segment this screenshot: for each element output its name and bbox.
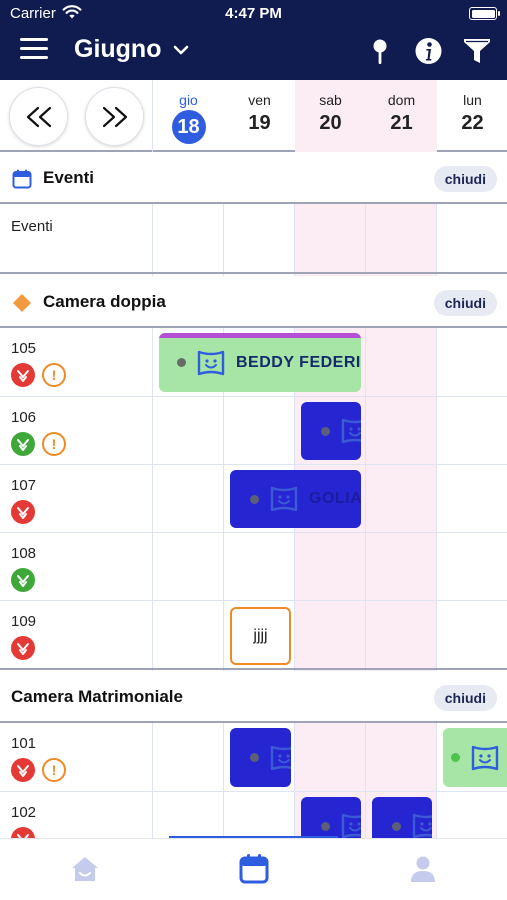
day-of-week: dom [387,92,416,108]
cleaning-status-icon[interactable] [11,636,35,660]
calendar-grid: Eventi chiudi Eventi Camera doppia chiud… [0,152,507,838]
month-selector[interactable]: Giugno [74,35,189,64]
room-number: 106 [11,409,37,426]
cleaning-status-icon[interactable] [11,432,35,456]
warning-icon[interactable]: ! [42,363,66,387]
section-header-camera-matrimoniale: Camera Matrimoniale chiudi [0,671,507,723]
section-header-camera-doppia: Camera doppia chiudi [0,276,507,328]
home-icon[interactable] [70,853,100,885]
booking-101-b[interactable] [443,728,507,787]
broom-icon [17,643,29,655]
cleaning-status-icon[interactable] [11,500,35,524]
day-number: 18 [171,110,206,144]
guest-face-icon [471,745,499,770]
month-title: Giugno [74,35,162,63]
bottom-tab-bar [0,838,507,900]
events-row: Eventi [0,206,507,274]
warning-icon[interactable]: ! [42,758,66,782]
battery-icon [469,7,500,20]
guest-face-icon [341,813,361,838]
day-number: 22 [461,112,484,134]
booking-101-a[interactable] [230,728,291,787]
room-number: 109 [11,613,37,630]
day-of-week: ven [248,92,271,108]
broom-icon [17,370,29,382]
day-header-1[interactable]: ven 19 [224,80,295,152]
chevron-down-icon [174,45,189,54]
room-number: 101 [11,735,37,752]
booking-107[interactable]: GOLIA [230,470,361,528]
cleaning-status-icon[interactable] [11,568,35,592]
section-title: Camera Matrimoniale [11,687,183,706]
booking-106[interactable] [301,402,361,460]
app-root: Carrier 4:47 PM Giugno gio 18 ven 19 sab… [0,0,507,900]
top-header: Carrier 4:47 PM Giugno [0,0,507,80]
room-number: 102 [11,804,37,821]
warning-icon[interactable]: ! [42,432,66,456]
broom-icon [17,575,29,587]
guest-face-icon [270,745,291,770]
guest-face-icon [197,350,225,375]
close-section-button[interactable]: chiudi [433,166,497,192]
broom-icon [17,765,29,777]
broom-icon [17,507,29,519]
row-label: Eventi [11,218,53,235]
day-number: 19 [248,112,271,134]
room-number: 108 [11,545,37,562]
filter-icon[interactable] [462,36,492,66]
booking-102-a[interactable] [301,797,361,838]
diamond-icon [13,294,31,312]
close-section-button[interactable]: chiudi [433,685,497,711]
day-number: 21 [390,112,413,134]
calendar-icon[interactable] [239,853,269,885]
double-chevron-left-icon [26,106,51,127]
day-header-0[interactable]: gio 18 [153,80,224,152]
day-number: 20 [319,112,342,134]
date-strip: gio 18 ven 19 sab 20 dom 21 lun 22 [0,80,507,152]
guest-face-icon [412,813,432,838]
booking-109[interactable]: jjjj [230,607,291,665]
section-header-eventi: Eventi chiudi [0,152,507,204]
booking-105[interactable]: BEDDY FEDERIC [159,333,361,392]
cleaning-status-icon[interactable] [11,363,35,387]
day-of-week: sab [319,92,342,108]
section-title: Eventi [43,168,95,187]
room-number: 105 [11,340,37,357]
next-week-button[interactable] [85,87,144,146]
day-of-week: gio [179,92,198,108]
broom-icon [17,439,29,451]
booking-guest-name: BEDDY FEDERIC [236,353,361,371]
cleaning-status-icon[interactable] [11,827,35,838]
booking-102-b[interactable] [372,797,432,838]
room-row-108[interactable]: 108 [0,533,507,601]
day-of-week: lun [463,92,482,108]
booking-guest-name: jjjj [253,627,268,644]
calendar-icon [12,169,32,189]
user-icon[interactable] [408,853,438,885]
prev-week-button[interactable] [9,87,68,146]
day-header-3[interactable]: dom 21 [366,80,437,152]
guest-face-icon [341,418,361,444]
double-chevron-right-icon [102,106,127,127]
pin-icon[interactable] [366,36,396,66]
day-header-4[interactable]: lun 22 [437,80,507,152]
close-section-button[interactable]: chiudi [433,290,497,316]
status-time: 4:47 PM [225,5,282,22]
menu-button[interactable] [20,38,48,60]
room-row-106[interactable]: 106 ! [0,397,507,465]
section-title: Camera doppia [43,292,166,311]
booking-guest-name: GOLIA [309,490,361,507]
info-icon[interactable] [414,36,444,66]
cleaning-status-icon[interactable] [11,758,35,782]
guest-face-icon [270,486,298,512]
room-number: 107 [11,477,37,494]
day-header-2[interactable]: sab 20 [295,80,366,152]
